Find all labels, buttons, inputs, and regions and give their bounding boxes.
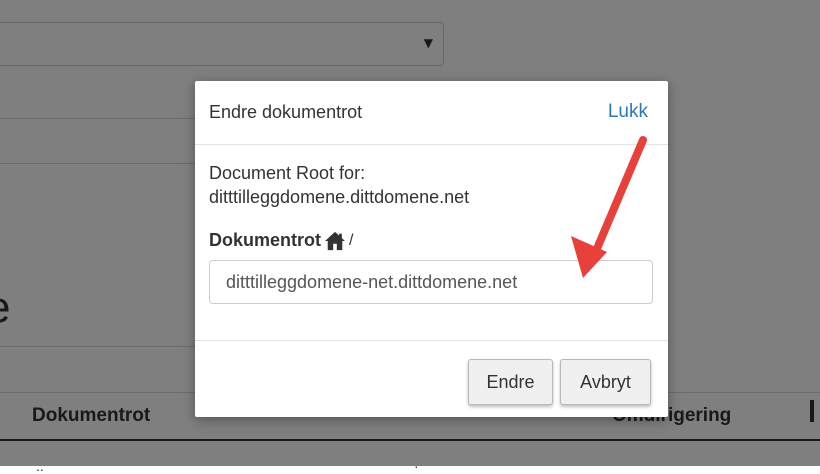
dialog-body: Document Root for: ditttilleggdomene.dit… [195, 145, 668, 341]
dialog-footer: Endre Avbryt [195, 341, 668, 418]
document-root-for-label: Document Root for: [209, 163, 366, 183]
dialog-header: Endre dokumentrot Lukk [195, 81, 668, 145]
document-root-for: Document Root for: ditttilleggdomene.dit… [209, 161, 469, 209]
dialog-title: Endre dokumentrot [209, 102, 363, 122]
change-document-root-dialog: Endre dokumentrot Lukk Document Root for… [195, 81, 668, 417]
home-icon [325, 231, 345, 250]
document-root-input[interactable] [209, 260, 653, 304]
document-root-field-label: Dokumentrot / [209, 230, 353, 251]
close-link[interactable]: Lukk [608, 101, 648, 123]
change-button[interactable]: Endre [468, 359, 553, 405]
domain-name: ditttilleggdomene.dittdomene.net [209, 187, 470, 207]
field-label-text: Dokumentrot [209, 230, 321, 250]
cancel-button[interactable]: Avbryt [560, 359, 651, 405]
path-prefix: / [349, 231, 354, 249]
